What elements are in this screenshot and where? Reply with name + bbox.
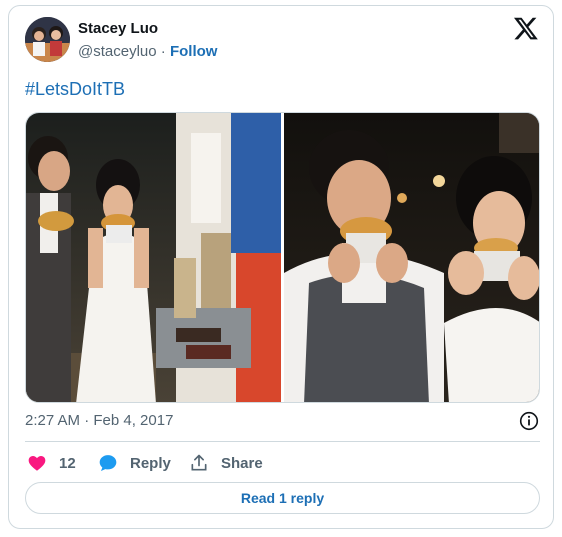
info-icon[interactable] xyxy=(519,411,539,431)
share-label: Share xyxy=(221,454,263,472)
author-name[interactable]: Stacey Luo xyxy=(78,20,158,37)
tweet-media[interactable] xyxy=(25,112,540,403)
photo-couple-eating-closeup-right[interactable] xyxy=(284,113,540,403)
reply-label: Reply xyxy=(130,454,171,472)
follow-button[interactable]: Follow xyxy=(170,43,218,60)
hashtag-link[interactable]: #LetsDoItTB xyxy=(25,79,125,100)
tweet-timestamp[interactable]: 2:27 AM · Feb 4, 2017 xyxy=(25,412,173,429)
share-icon xyxy=(191,454,207,471)
read-replies-button[interactable]: Read 1 reply xyxy=(25,482,540,514)
read-replies-label: Read 1 reply xyxy=(240,490,325,506)
author-handle[interactable]: @staceyluo xyxy=(78,43,157,60)
like-button[interactable]: 12 xyxy=(27,452,76,474)
divider xyxy=(25,441,540,442)
heart-icon xyxy=(28,456,46,471)
author-handle-row: @staceyluo · Follow xyxy=(78,43,218,60)
avatar[interactable] xyxy=(25,17,70,62)
x-logo-icon[interactable] xyxy=(513,15,539,41)
reply-bubble-icon xyxy=(99,455,117,471)
like-count: 12 xyxy=(59,454,76,472)
reply-button[interactable]: Reply xyxy=(98,452,171,474)
share-button[interactable]: Share xyxy=(189,452,263,474)
photo-couple-eating-food-truck-left[interactable] xyxy=(26,113,281,403)
